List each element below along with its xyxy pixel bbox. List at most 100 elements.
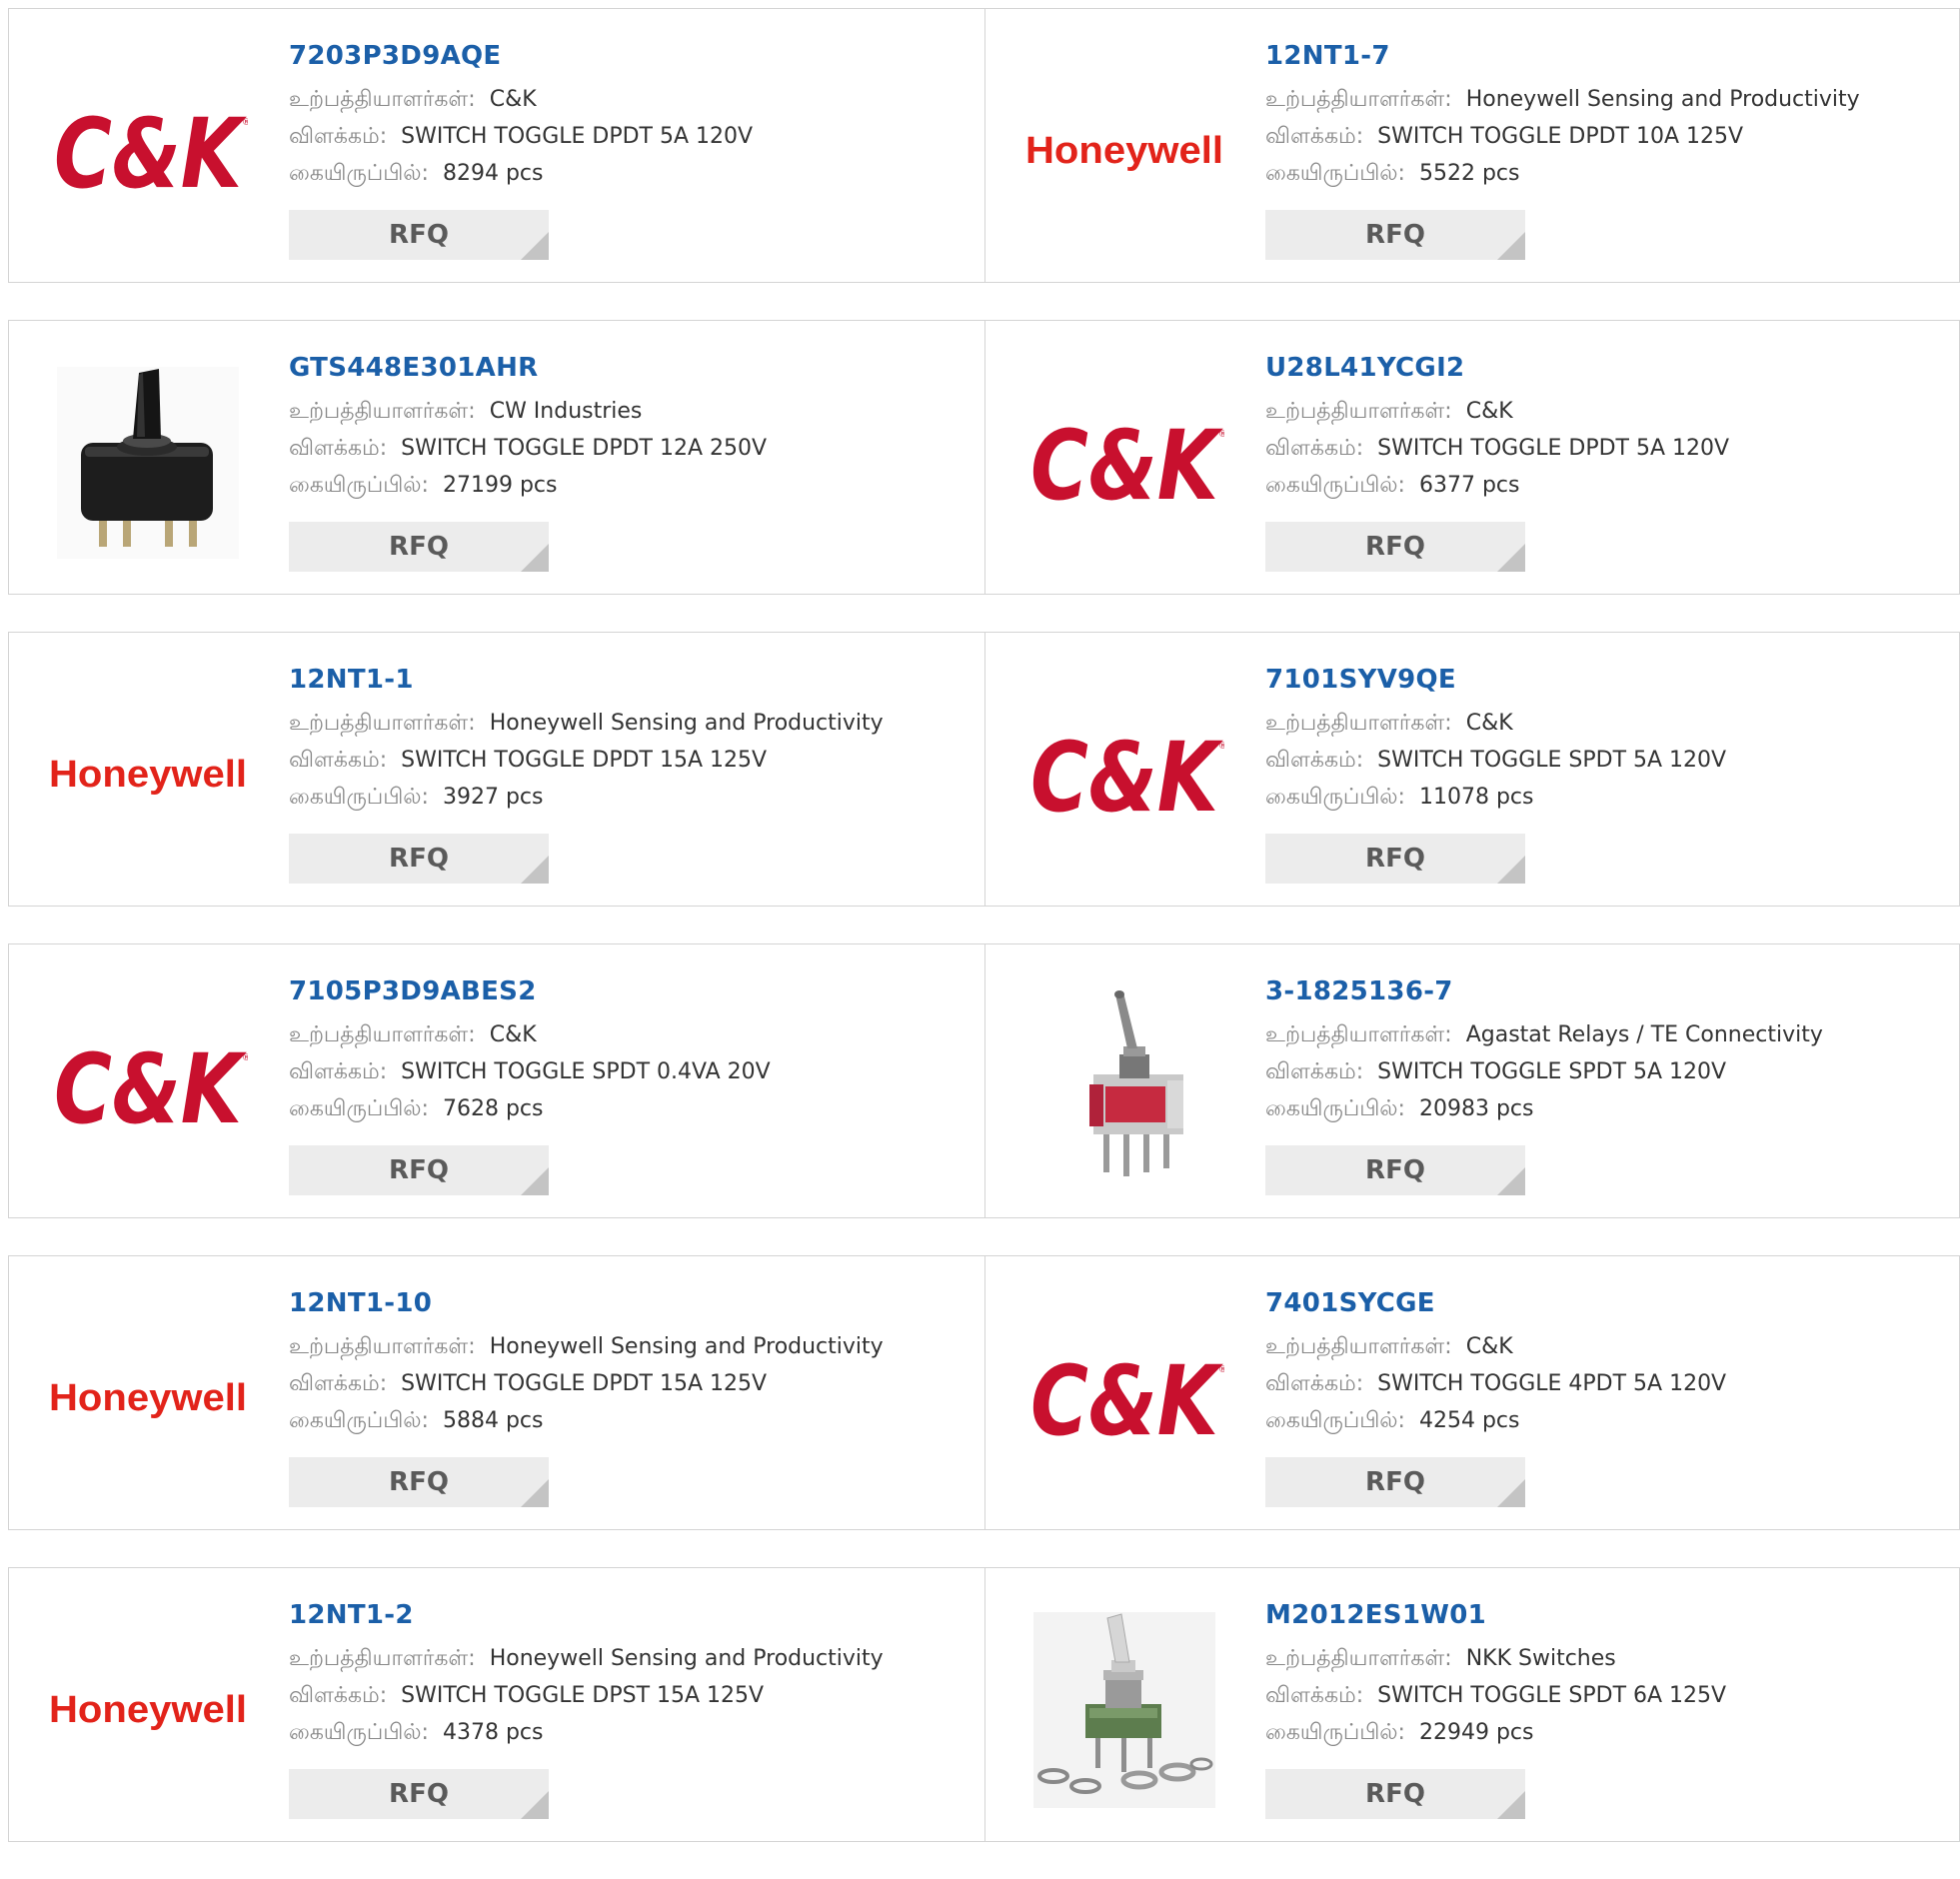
description-row: விளக்கம்: SWITCH TOGGLE DPDT 10A 125V — [1265, 120, 1949, 154]
product-row: C&K ® 7105P3D9ABES2 உற்பத்தியாளர்கள்: C&K… — [8, 943, 1960, 1218]
ck-logo-text: C&K — [54, 98, 247, 205]
rfq-label: RFQ — [1365, 220, 1425, 250]
manufacturer-value: Honeywell Sensing and Productivity — [1465, 87, 1860, 112]
stock-value: 11078 pcs — [1418, 785, 1534, 810]
description-value: SWITCH TOGGLE DPDT 10A 125V — [1377, 124, 1744, 149]
part-number-link[interactable]: 3-1825136-7 — [1265, 974, 1949, 1008]
rfq-label: RFQ — [1365, 844, 1425, 874]
svg-text:®: ® — [1218, 742, 1224, 752]
rfq-button[interactable]: RFQ — [289, 834, 549, 884]
description-label: விளக்கம்: — [1265, 1059, 1364, 1084]
manufacturer-row: உற்பத்தியாளர்கள்: Honeywell Sensing and P… — [289, 1642, 975, 1676]
rfq-corner-fold — [1497, 232, 1525, 260]
product-image[interactable] — [1023, 984, 1225, 1186]
description-row: விளக்கம்: SWITCH TOGGLE DPDT 5A 120V — [289, 120, 975, 154]
product-image[interactable]: C&K ® — [47, 49, 249, 251]
manufacturer-row: உற்பத்தியாளர்கள்: C&K — [289, 83, 975, 117]
product-card: Honeywell 12NT1-2 உற்பத்தியாளர்கள்: Honey… — [8, 1567, 985, 1842]
rfq-label: RFQ — [389, 844, 449, 874]
description-label: விளக்கம்: — [1265, 1683, 1364, 1708]
honeywell-logo-text: Honeywell — [1025, 130, 1223, 172]
product-info: 7203P3D9AQE உற்பத்தியாளர்கள்: C&K விளக்கம… — [289, 39, 975, 191]
description-row: விளக்கம்: SWITCH TOGGLE SPDT 0.4VA 20V — [289, 1055, 975, 1089]
description-label: விளக்கம்: — [1265, 124, 1364, 149]
stock-label: கையிருப்பில்: — [1265, 1096, 1405, 1121]
stock-label: கையிருப்பில்: — [289, 785, 429, 810]
stock-value: 6377 pcs — [1418, 473, 1520, 498]
part-number-link[interactable]: 12NT1-2 — [289, 1598, 975, 1632]
description-value: SWITCH TOGGLE SPDT 5A 120V — [1377, 748, 1727, 773]
part-number-link[interactable]: 7401SYCGE — [1265, 1286, 1949, 1320]
part-number-link[interactable]: 12NT1-1 — [289, 663, 975, 697]
product-image[interactable]: Honeywell — [47, 673, 249, 875]
ck-logo-icon: C&K ® — [1030, 410, 1224, 517]
product-card: C&K ® 7101SYV9QE உற்பத்தியாளர்கள்: C&K வி… — [985, 632, 1960, 907]
rfq-button[interactable]: RFQ — [1265, 1457, 1525, 1507]
rfq-corner-fold — [1497, 1167, 1525, 1195]
product-card: C&K ® 7203P3D9AQE உற்பத்தியாளர்கள்: C&K வ… — [8, 8, 985, 283]
product-image[interactable]: Honeywell — [47, 1296, 249, 1498]
product-card: C&K ® 7401SYCGE உற்பத்தியாளர்கள்: C&K விள… — [985, 1255, 1960, 1530]
description-label: விளக்கம்: — [289, 436, 388, 461]
product-image[interactable] — [1023, 1608, 1225, 1810]
stock-label: கையிருப்பில்: — [1265, 1720, 1405, 1745]
description-row: விளக்கம்: SWITCH TOGGLE 4PDT 5A 120V — [1265, 1367, 1949, 1401]
rfq-button[interactable]: RFQ — [289, 1145, 549, 1195]
stock-row: கையிருப்பில்: 22949 pcs — [1265, 1716, 1949, 1750]
product-image[interactable]: C&K ® — [1023, 361, 1225, 563]
part-number-link[interactable]: 7203P3D9AQE — [289, 39, 975, 73]
rfq-button[interactable]: RFQ — [1265, 834, 1525, 884]
ck-logo-text: C&K — [1030, 410, 1223, 517]
rfq-button[interactable]: RFQ — [289, 1457, 549, 1507]
description-value: SWITCH TOGGLE DPDT 15A 125V — [401, 748, 768, 773]
stock-label: கையிருப்பில்: — [289, 473, 429, 498]
product-row: GTS448E301AHR உற்பத்தியாளர்கள்: CW Indust… — [8, 320, 1960, 595]
rfq-corner-fold — [521, 856, 549, 884]
product-row: Honeywell 12NT1-10 உற்பத்தியாளர்கள்: Hone… — [8, 1255, 1960, 1530]
part-number-link[interactable]: 12NT1-10 — [289, 1286, 975, 1320]
rfq-button[interactable]: RFQ — [289, 210, 549, 260]
rfq-button[interactable]: RFQ — [1265, 522, 1525, 572]
manufacturer-label: உற்பத்தியாளர்கள்: — [289, 1646, 476, 1671]
product-image[interactable]: Honeywell — [1023, 49, 1225, 251]
part-number-link[interactable]: GTS448E301AHR — [289, 351, 975, 385]
product-image[interactable]: C&K ® — [1023, 673, 1225, 875]
description-value: SWITCH TOGGLE DPDT 15A 125V — [401, 1371, 768, 1396]
manufacturer-row: உற்பத்தியாளர்கள்: C&K — [1265, 1330, 1949, 1364]
stock-row: கையிருப்பில்: 27199 pcs — [289, 469, 975, 503]
part-number-link[interactable]: 7101SYV9QE — [1265, 663, 1949, 697]
rfq-button[interactable]: RFQ — [289, 522, 549, 572]
ck-logo-icon: C&K ® — [54, 1033, 248, 1140]
description-value: SWITCH TOGGLE DPDT 12A 250V — [401, 436, 768, 461]
product-image[interactable]: C&K ® — [1023, 1296, 1225, 1498]
rfq-corner-fold — [1497, 1791, 1525, 1819]
part-number-link[interactable]: U28L41YCGI2 — [1265, 351, 1949, 385]
product-image[interactable]: Honeywell — [47, 1608, 249, 1810]
product-image[interactable]: C&K ® — [47, 984, 249, 1186]
part-number-link[interactable]: M2012ES1W01 — [1265, 1598, 1949, 1632]
manufacturer-label: உற்பத்தியாளர்கள்: — [289, 711, 476, 736]
manufacturer-row: உற்பத்தியாளர்கள்: C&K — [289, 1018, 975, 1052]
product-info: 12NT1-1 உற்பத்தியாளர்கள்: Honeywell Sensi… — [289, 663, 975, 815]
rfq-button[interactable]: RFQ — [1265, 1769, 1525, 1819]
rfq-button[interactable]: RFQ — [1265, 1145, 1525, 1195]
stock-value: 5522 pcs — [1418, 161, 1520, 186]
stock-row: கையிருப்பில்: 5884 pcs — [289, 1404, 975, 1438]
manufacturer-row: உற்பத்தியாளர்கள்: NKK Switches — [1265, 1642, 1949, 1676]
manufacturer-label: உற்பத்தியாளர்கள்: — [289, 1022, 476, 1047]
stock-value: 27199 pcs — [442, 473, 558, 498]
nkk-toggle-switch-icon — [1033, 1612, 1215, 1808]
stock-label: கையிருப்பில்: — [289, 1720, 429, 1745]
description-label: விளக்கம்: — [1265, 748, 1364, 773]
stock-row: கையிருப்பில்: 8294 pcs — [289, 157, 975, 191]
manufacturer-label: உற்பத்தியாளர்கள்: — [1265, 1646, 1452, 1671]
part-number-link[interactable]: 7105P3D9ABES2 — [289, 974, 975, 1008]
part-number-link[interactable]: 12NT1-7 — [1265, 39, 1949, 73]
stock-label: கையிருப்பில்: — [1265, 161, 1405, 186]
rfq-button[interactable]: RFQ — [1265, 210, 1525, 260]
description-label: விளக்கம்: — [1265, 1371, 1364, 1396]
product-image[interactable] — [47, 361, 249, 563]
manufacturer-value: C&K — [1465, 711, 1513, 736]
stock-label: கையிருப்பில்: — [289, 161, 429, 186]
rfq-button[interactable]: RFQ — [289, 1769, 549, 1819]
